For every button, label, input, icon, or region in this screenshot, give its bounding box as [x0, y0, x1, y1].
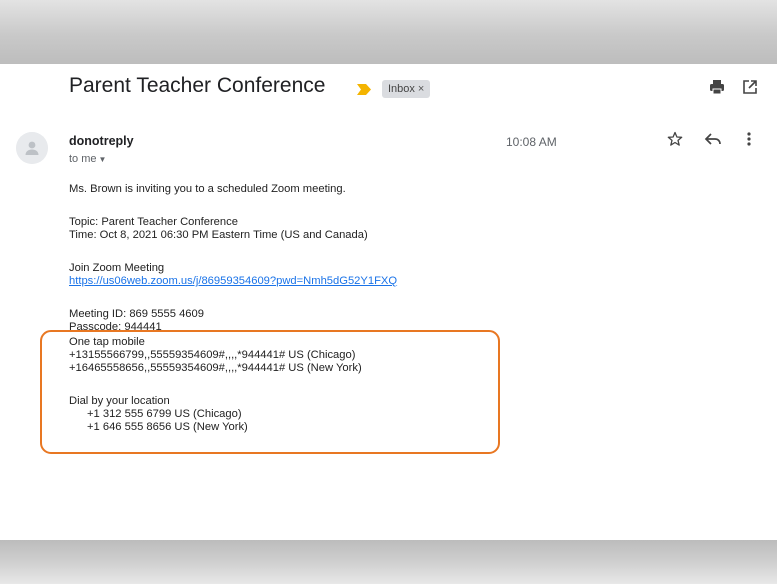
more-vert-icon[interactable]: [746, 131, 752, 147]
remove-label-button[interactable]: ×: [418, 83, 424, 95]
email-subject: Parent Teacher Conference: [69, 74, 326, 97]
important-marker-icon[interactable]: [357, 84, 371, 95]
inbox-label: Inbox: [388, 83, 415, 95]
email-time: 10:08 AM: [506, 135, 557, 149]
reply-icon[interactable]: [704, 131, 722, 147]
recipient-label: to me: [69, 153, 97, 165]
bottom-frame-bar: [0, 540, 777, 584]
print-icon[interactable]: [709, 79, 725, 95]
sender-name[interactable]: donotreply: [69, 134, 134, 148]
highlight-box: [40, 330, 500, 454]
meeting-topic: Topic: Parent Teacher Conference: [69, 216, 238, 228]
avatar: [16, 132, 48, 164]
top-frame-bar: [0, 0, 777, 64]
meeting-time: Time: Oct 8, 2021 06:30 PM Eastern Time …: [69, 229, 368, 241]
meeting-id: Meeting ID: 869 5555 4609: [69, 308, 204, 320]
inbox-label-chip: Inbox ×: [382, 80, 431, 98]
recipient-details-toggle[interactable]: to me ▼: [69, 153, 106, 165]
open-in-new-icon[interactable]: [742, 79, 758, 95]
chevron-down-icon[interactable]: ▼: [99, 155, 107, 164]
invite-intro: Ms. Brown is inviting you to a scheduled…: [69, 183, 346, 195]
join-zoom-link[interactable]: https://us06web.zoom.us/j/86959354609?pw…: [69, 275, 729, 288]
star-icon[interactable]: [667, 131, 683, 147]
join-zoom-label: Join Zoom Meeting: [69, 262, 165, 274]
